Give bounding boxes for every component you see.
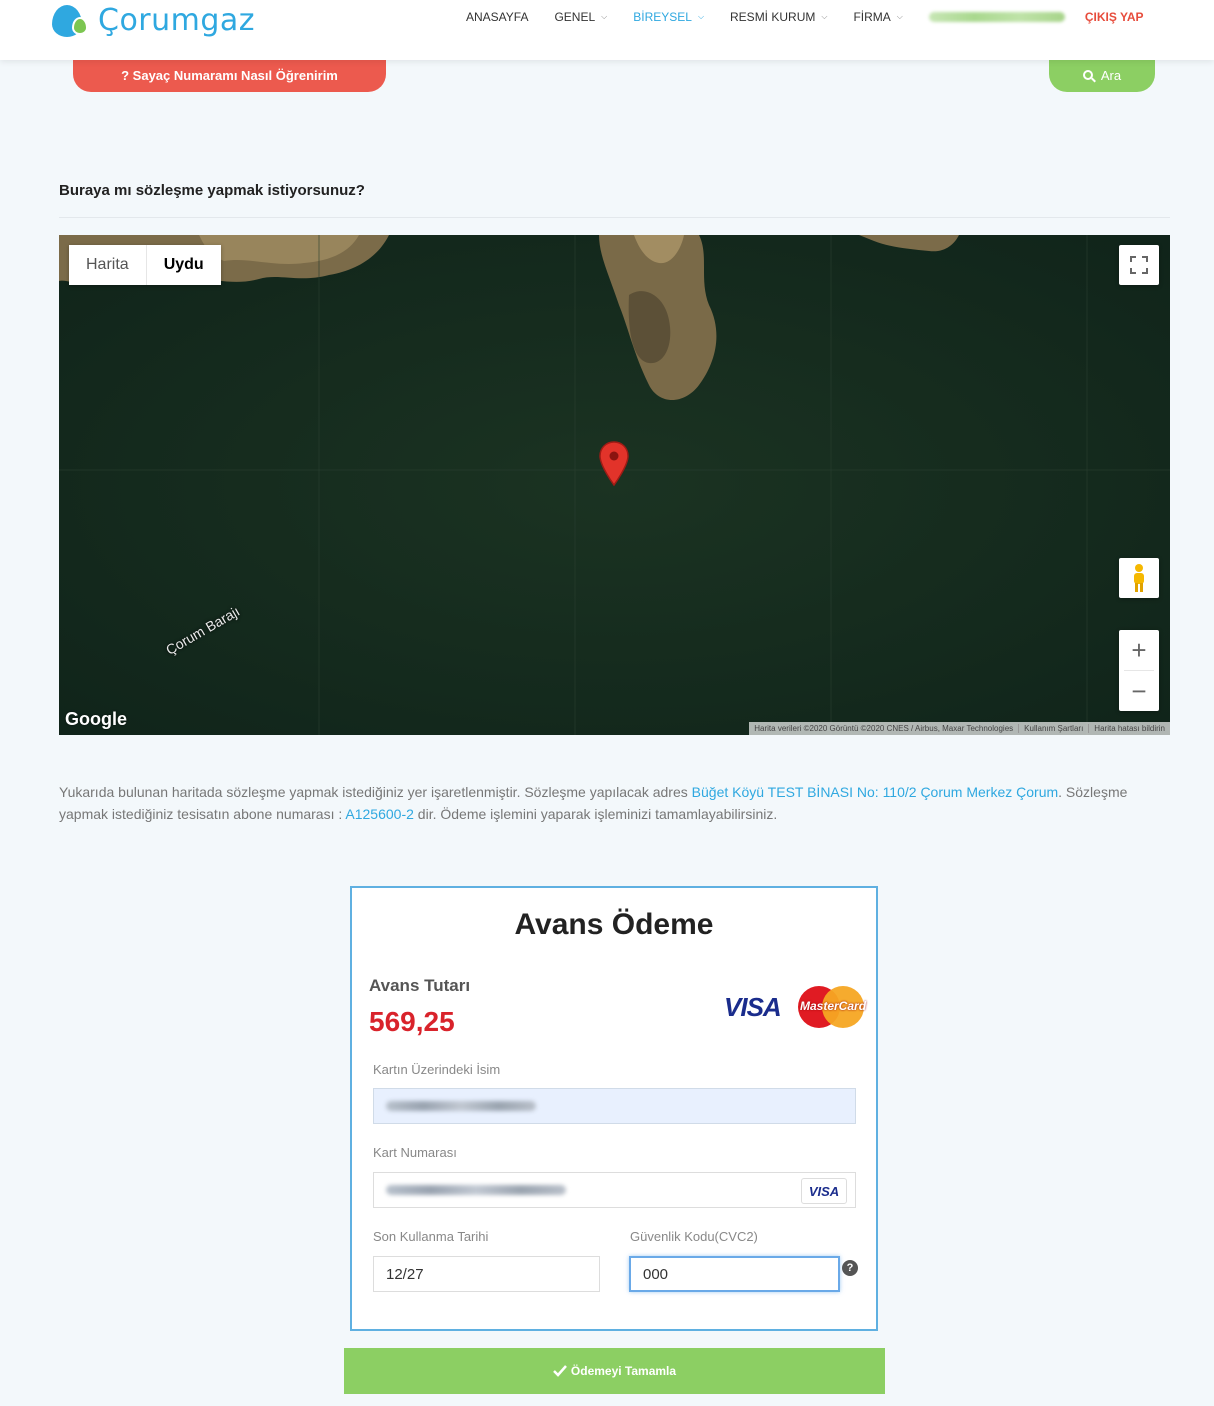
pegman-icon [1134,564,1144,592]
card-name-input[interactable] [373,1088,856,1124]
chevron-down-icon: ⌵ [821,12,828,21]
map-type-map-button[interactable]: Harita [69,245,146,285]
divider [59,217,1170,218]
payment-title: Avans Ödeme [514,908,714,941]
amount-label: Avans Tutarı [369,976,471,995]
map-type-toggle: Harita Uydu [69,245,221,285]
zoom-in-button[interactable]: + [1119,630,1159,670]
top-navbar: Çorumgaz ANASAYFA GENEL ⌵ BİREYSEL ⌵ RESMİ… [0,0,1214,60]
menu-item-anasayfa[interactable]: ANASAYFA [466,10,528,24]
expiry-label: Son Kullanma Tarihi [373,1229,489,1244]
map-question-heading: Buraya mı sözleşme yapmak istiyorsunuz? [59,182,365,199]
expiry-input[interactable]: 12/27 [373,1256,600,1292]
fullscreen-button[interactable] [1119,245,1159,285]
street-view-pegman[interactable] [1119,558,1159,598]
contract-address: Büğet Köyü TEST BİNASI No: 110/2 Çorum M… [691,784,1059,800]
main-menu: ANASAYFA GENEL ⌵ BİREYSEL ⌵ RESMİ KURUM ⌵ F… [466,10,1144,24]
card-name-value-blurred [386,1101,536,1111]
map-attribution: Harita verileri ©2020 Görüntü ©2020 CNES… [749,722,1170,735]
complete-payment-button[interactable]: Ödemeyi Tamamla [344,1348,885,1394]
report-error-link[interactable]: Harita hatası bildirin [1089,724,1170,733]
menu-item-bireysel[interactable]: BİREYSEL ⌵ [633,10,704,24]
complete-payment-label: Ödemeyi Tamamla [570,1364,677,1378]
card-number-input[interactable]: VISA [373,1172,856,1208]
fullscreen-icon [1130,256,1148,274]
menu-item-firma[interactable]: FİRMA ⌵ [853,10,902,24]
search-icon [1082,70,1093,80]
user-name-blurred[interactable] [928,12,1065,22]
location-marker-icon[interactable] [599,441,629,492]
menu-item-genel[interactable]: GENEL ⌵ [554,10,607,24]
card-number-label: Kart Numarası [373,1145,457,1160]
amount-value: 569,25 [369,1006,455,1037]
logo-text: Çorumgaz [98,2,256,38]
search-button-label: Ara [1100,67,1122,83]
check-icon [553,1365,567,1377]
map-type-satellite-button[interactable]: Uydu [145,245,221,285]
map-view[interactable]: Harita Uydu + − Çorum Barajı Google Hari… [59,235,1170,735]
cvc-help-icon[interactable]: ? [842,1260,858,1276]
zoom-control: + − [1119,630,1159,711]
card-brand-visa-icon: VISA [801,1178,847,1204]
search-button[interactable]: Ara [1049,58,1155,92]
cvc-input[interactable]: 000 [629,1256,840,1292]
terms-link[interactable]: Kullanım Şartları [1019,724,1090,733]
chevron-down-icon: ⌵ [601,12,608,21]
cvc-label: Güvenlik Kodu(CVC2) [630,1229,758,1244]
advance-payment-form: Avans Ödeme Avans Tutarı 569,25 VISA Mas… [350,886,878,1331]
brand-logo[interactable]: Çorumgaz [52,0,255,40]
chevron-down-icon: ⌵ [697,12,705,21]
meter-number-help-button[interactable]: ? Sayaç Numaramı Nasıl Öğrenirim [73,58,386,92]
menu-item-resmi-kurum[interactable]: RESMİ KURUM ⌵ [730,10,827,24]
logout-link[interactable]: ÇIKIŞ YAP [1085,10,1144,24]
card-number-value-blurred [386,1185,566,1195]
attribution-data: Harita verileri ©2020 Görüntü ©2020 CNES… [749,724,1020,733]
contract-description: Yukarıda bulunan haritada sözleşme yapma… [59,784,1128,822]
visa-logo: VISA [724,992,782,1022]
google-logo: Google [65,709,127,729]
chevron-down-icon: ⌵ [896,12,903,21]
subscriber-number: A125600-2 [345,806,414,822]
mastercard-logo: MasterCard [798,986,866,1028]
logo-drop-icon [52,3,88,37]
zoom-out-button[interactable]: − [1119,671,1159,711]
card-name-label: Kartın Üzerindeki İsim [373,1062,501,1077]
